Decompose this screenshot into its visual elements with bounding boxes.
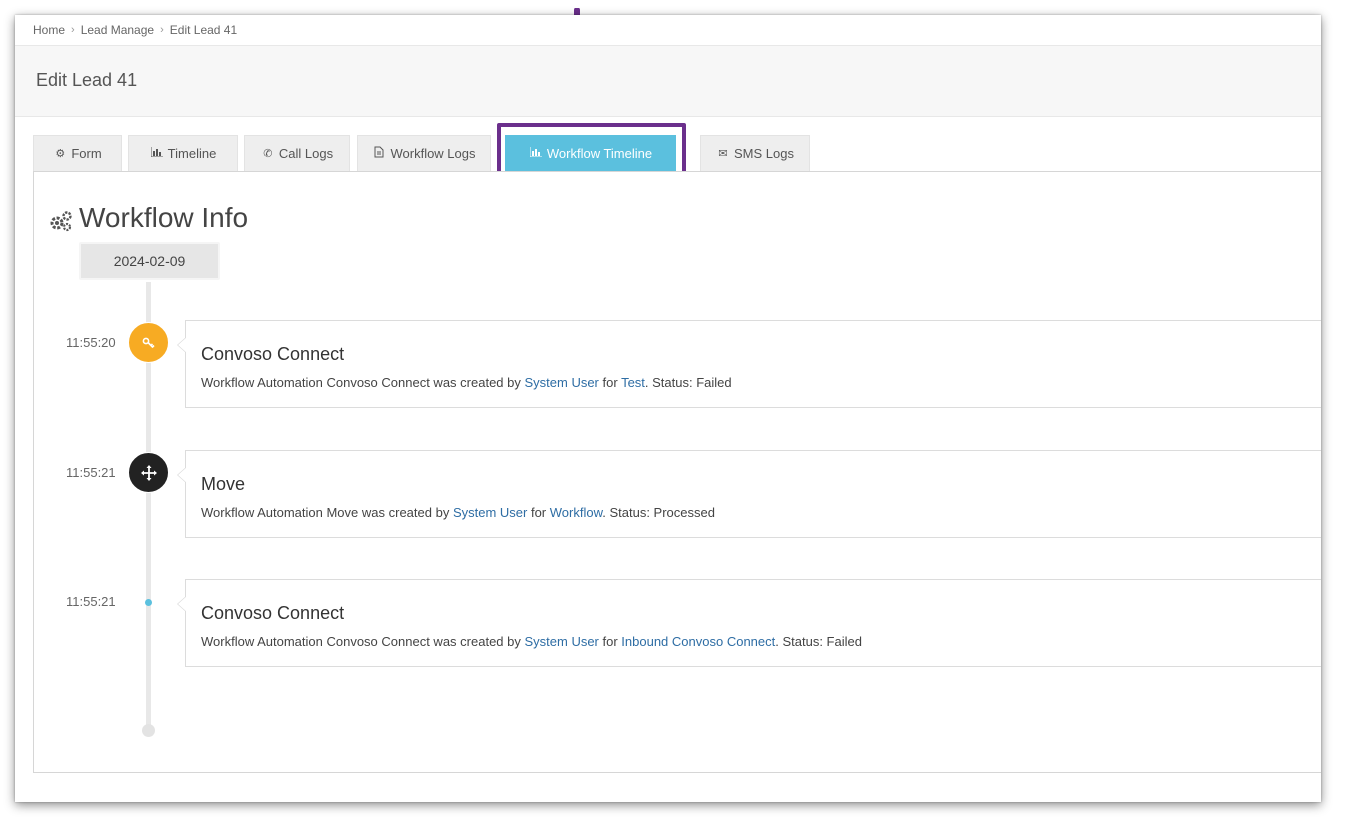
breadcrumb-current: Edit Lead 41 (169, 23, 238, 37)
event-target-link[interactable]: Inbound Convoso Connect (621, 634, 775, 649)
tab-call-logs[interactable]: ✆ Call Logs (244, 135, 350, 171)
tab-workflow-logs[interactable]: Workflow Logs (357, 135, 491, 171)
tab-form[interactable]: ⚙ Form (33, 135, 122, 171)
timeline-event-card: Convoso Connect Workflow Automation Conv… (177, 579, 1321, 667)
tab-label: SMS Logs (734, 146, 794, 161)
gears-icon (50, 211, 72, 232)
tab-label: Form (71, 146, 102, 161)
tab-label: Timeline (167, 146, 217, 161)
app-window: Home › Lead Manage › Edit Lead 41 Edit L… (15, 15, 1321, 802)
page-title: Edit Lead 41 (36, 70, 138, 90)
event-title: Convoso Connect (201, 603, 345, 623)
event-description: Workflow Automation Move was created by … (201, 505, 715, 520)
event-description: Workflow Automation Convoso Connect was … (201, 375, 732, 390)
tab-label: Workflow Logs (390, 146, 476, 161)
workflow-panel: Workflow Info 2024-02-09 11:55:20 Convos… (33, 171, 1321, 773)
bar-chart-icon (150, 147, 164, 160)
chevron-right-icon: › (71, 24, 75, 36)
timeline-event-card: Convoso Connect Workflow Automation Conv… (177, 320, 1321, 408)
phone-icon: ✆ (263, 148, 273, 160)
event-user-link[interactable]: System User (524, 634, 598, 649)
key-icon (128, 322, 169, 363)
breadcrumb-lead-manage[interactable]: Lead Manage (81, 23, 154, 37)
event-target-link[interactable]: Test (621, 375, 645, 390)
event-time: 11:55:20 (66, 335, 116, 350)
tab-timeline[interactable]: Timeline (128, 135, 238, 171)
event-description: Workflow Automation Convoso Connect was … (201, 634, 862, 649)
page-header: Edit Lead 41 (15, 45, 1321, 117)
panel-title-text: Workflow Info (79, 202, 249, 233)
event-user-link[interactable]: System User (524, 375, 598, 390)
event-title: Convoso Connect (201, 344, 345, 364)
chevron-right-icon: › (160, 24, 164, 36)
timeline-end-dot (142, 724, 155, 737)
breadcrumb: Home › Lead Manage › Edit Lead 41 (33, 22, 237, 38)
event-user-link[interactable]: System User (453, 505, 527, 520)
tab-label: Call Logs (278, 146, 334, 161)
dot-icon (145, 599, 152, 606)
event-time: 11:55:21 (66, 465, 116, 480)
gears-icon: ⚙ (55, 148, 66, 160)
event-title: Move (201, 474, 246, 494)
event-target-link[interactable]: Workflow (550, 505, 603, 520)
move-icon (128, 452, 169, 493)
envelope-icon: ✉ (718, 148, 728, 160)
panel-title: Workflow Info (49, 202, 248, 234)
tab-sms-logs[interactable]: ✉ SMS Logs (700, 135, 810, 171)
document-icon (372, 146, 386, 161)
date-badge: 2024-02-09 (79, 242, 220, 280)
timeline-event-card: Move Workflow Automation Move was create… (177, 450, 1321, 538)
breadcrumb-home[interactable]: Home (33, 23, 65, 37)
event-time: 11:55:21 (66, 594, 116, 609)
